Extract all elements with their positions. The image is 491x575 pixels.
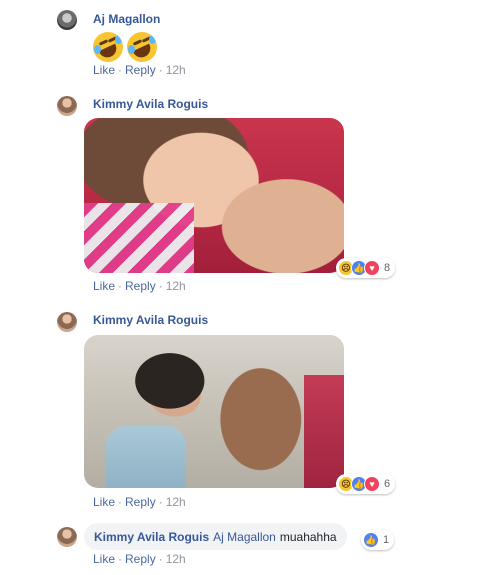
timestamp[interactable]: 12h	[166, 63, 186, 77]
separator: ·	[118, 552, 123, 566]
comment-author[interactable]: Kimmy Avila Roguis	[93, 313, 208, 327]
reply-link[interactable]: Reply	[125, 552, 156, 566]
separator: ·	[158, 63, 163, 77]
separator: ·	[118, 279, 123, 293]
avatar[interactable]	[57, 527, 77, 547]
comment-actions: Like · Reply · 12h	[93, 279, 186, 293]
reaction-summary[interactable]: ☹ 👍 ♥ 8	[336, 258, 396, 278]
rolling-on-floor-laughing-icon	[127, 32, 157, 62]
photo-detail	[304, 375, 344, 488]
timestamp[interactable]: 12h	[166, 495, 186, 509]
comment-actions: Like · Reply · 12h	[93, 63, 186, 77]
love-reaction-icon: ♥	[364, 260, 380, 276]
comment-photo[interactable]	[84, 118, 344, 273]
reply-link[interactable]: Reply	[125, 63, 156, 77]
avatar[interactable]	[57, 10, 77, 30]
timestamp[interactable]: 12h	[166, 552, 186, 566]
comment-author[interactable]: Kimmy Avila Roguis	[94, 530, 209, 544]
reaction-count: 1	[383, 534, 390, 546]
separator: ·	[158, 552, 163, 566]
tagged-user-link[interactable]: Aj Magallon	[213, 530, 276, 544]
love-reaction-icon: ♥	[364, 476, 380, 492]
avatar[interactable]	[57, 312, 77, 332]
like-reaction-icon: 👍	[363, 532, 379, 548]
like-link[interactable]: Like	[93, 495, 115, 509]
reaction-summary[interactable]: 👍 1	[361, 530, 395, 550]
avatar[interactable]	[57, 96, 77, 116]
comment-text: muahahha	[279, 529, 337, 544]
comment-bubble: Kimmy Avila Roguis Aj Magallon muahahha	[84, 523, 347, 550]
reaction-count: 6	[384, 478, 391, 490]
comment-photo[interactable]	[84, 335, 344, 488]
rolling-on-floor-laughing-icon	[93, 32, 123, 62]
comment-author[interactable]: Kimmy Avila Roguis	[93, 97, 208, 111]
like-link[interactable]: Like	[93, 279, 115, 293]
reply-link[interactable]: Reply	[125, 495, 156, 509]
like-link[interactable]: Like	[93, 63, 115, 77]
reply-link[interactable]: Reply	[125, 279, 156, 293]
separator: ·	[158, 279, 163, 293]
timestamp[interactable]: 12h	[166, 279, 186, 293]
photo-detail	[84, 203, 194, 273]
photo-detail	[106, 426, 186, 488]
reaction-count: 8	[384, 262, 391, 274]
comment-actions: Like · Reply · 12h	[93, 495, 186, 509]
comment-actions: Like · Reply · 12h	[93, 552, 186, 566]
separator: ·	[118, 495, 123, 509]
separator: ·	[158, 495, 163, 509]
comment-author[interactable]: Aj Magallon	[93, 12, 160, 26]
reaction-summary[interactable]: ☹ 👍 ♥ 6	[336, 474, 396, 494]
separator: ·	[118, 63, 123, 77]
like-link[interactable]: Like	[93, 552, 115, 566]
